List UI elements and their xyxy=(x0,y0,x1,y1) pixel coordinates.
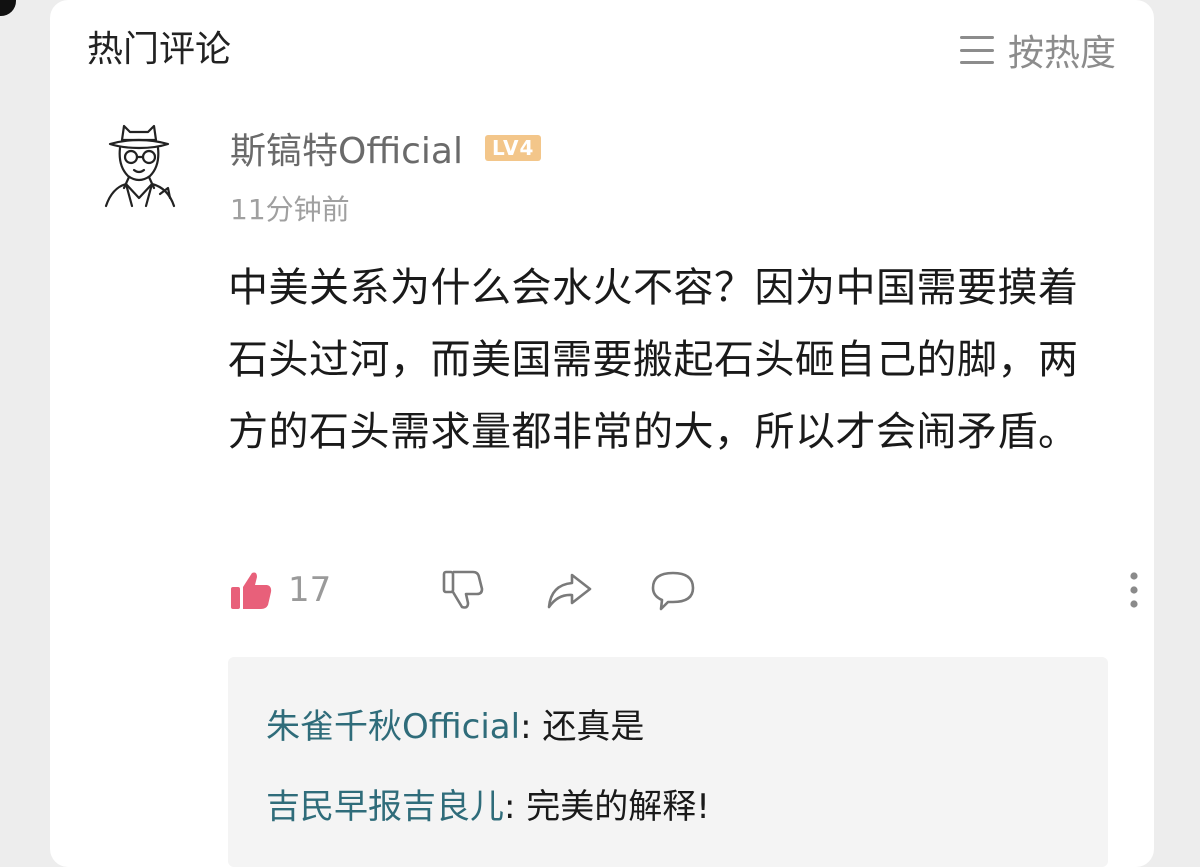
reply-username[interactable]: 吉民早报吉良儿 xyxy=(266,787,504,827)
sketch-avatar-icon xyxy=(104,124,176,208)
reply-item[interactable]: 朱雀千秋Official: 还真是 xyxy=(266,703,644,751)
speech-bubble-icon xyxy=(651,571,695,611)
corner-decoration xyxy=(0,0,16,16)
comment-card: 热门评论 按热度 斯镐特Official LV4 11分钟前 中美关系为什么会水… xyxy=(50,0,1154,867)
comment-actions: 17 xyxy=(228,560,1138,620)
reply-text: 还真是 xyxy=(542,707,645,747)
avatar[interactable] xyxy=(96,118,182,210)
sort-label: 按热度 xyxy=(1007,33,1116,74)
sort-by-hot-button[interactable]: 按热度 xyxy=(959,26,1116,74)
more-options-button[interactable] xyxy=(1120,560,1148,620)
like-button[interactable]: 17 xyxy=(228,560,331,620)
section-title: 热门评论 xyxy=(87,29,232,70)
share-arrow-icon xyxy=(547,573,592,609)
reply-button[interactable] xyxy=(648,560,698,620)
reply-username[interactable]: 朱雀千秋Official xyxy=(266,707,520,747)
comment-username[interactable]: 斯镐特Official xyxy=(230,122,463,174)
reply-item[interactable]: 吉民早报吉良儿: 完美的解释! xyxy=(266,783,710,831)
comment-time: 11分钟前 xyxy=(230,193,350,226)
menu-lines-icon xyxy=(959,36,994,64)
share-button[interactable] xyxy=(544,560,594,620)
replies-box[interactable]: 朱雀千秋Official: 还真是 吉民早报吉良儿: 完美的解释! xyxy=(228,657,1108,867)
reply-separator: : xyxy=(520,707,543,747)
reply-separator: : xyxy=(504,787,527,827)
dislike-button[interactable] xyxy=(440,560,486,620)
more-vertical-icon xyxy=(1130,572,1138,608)
like-count: 17 xyxy=(288,570,332,610)
thumbs-down-icon xyxy=(442,570,484,609)
level-badge: LV4 xyxy=(485,135,542,161)
thumbs-up-icon xyxy=(231,572,272,609)
reply-text: 完美的解释! xyxy=(526,787,710,827)
comment-text: 中美关系为什么会水火不容？因为中国需要摸着石头过河，而美国需要搬起石头砸自己的脚… xyxy=(228,265,1079,455)
